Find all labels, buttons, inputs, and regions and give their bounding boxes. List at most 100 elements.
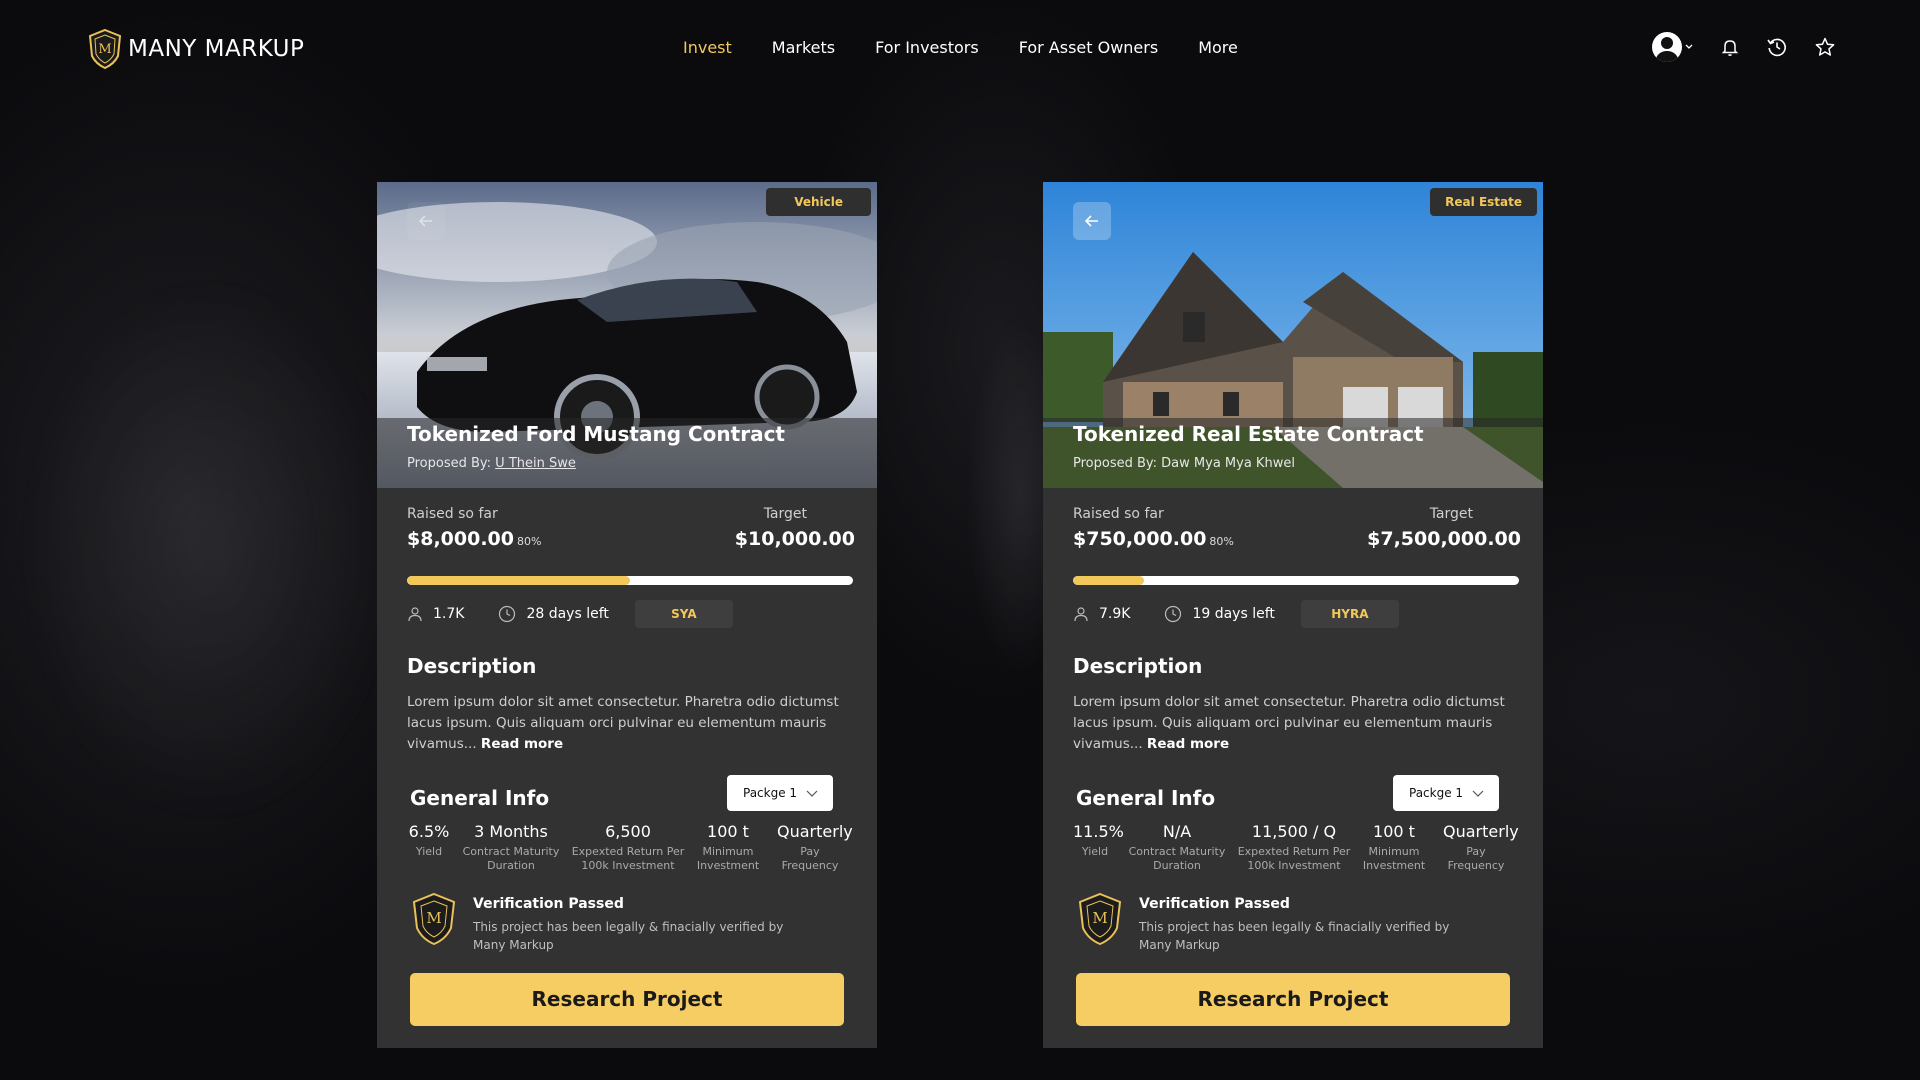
read-more-link[interactable]: Read more <box>1147 736 1229 752</box>
menu-item-invest[interactable]: Invest <box>683 38 732 57</box>
raised-value: $8,000.00 <box>407 528 514 550</box>
days-left: 19 days left <box>1164 605 1275 623</box>
read-more-link[interactable]: Read more <box>481 736 563 752</box>
menu-item-for-investors[interactable]: For Investors <box>875 38 979 57</box>
stat-label: Minimum Investment <box>696 845 760 872</box>
project-title: Tokenized Ford Mustang Contract <box>407 422 785 446</box>
user-icon <box>408 607 422 622</box>
menu-item-for-asset-owners[interactable]: For Asset Owners <box>1019 38 1158 57</box>
back-arrow-icon <box>1084 215 1098 227</box>
days-left: 28 days left <box>498 605 609 623</box>
clock-icon <box>1165 605 1182 623</box>
description-heading: Description <box>407 654 537 678</box>
progress-fill <box>407 576 630 585</box>
stat-value: Quarterly <box>777 822 853 841</box>
stat-value: N/A <box>1162 822 1192 841</box>
target-label: Target <box>763 506 807 522</box>
stat-maturity: 3 Months Contract Maturity Duration <box>459 822 563 873</box>
stat-label: Contract Maturity Duration <box>462 845 560 872</box>
bell-icon[interactable] <box>1720 37 1740 57</box>
description-heading: Description <box>1073 654 1203 678</box>
days-left-value: 19 days left <box>1192 606 1275 622</box>
stat-value: 100 t <box>707 822 749 841</box>
stat-pay-frequency: Quarterly Pay Frequency <box>1443 822 1519 873</box>
research-project-button[interactable]: Research Project <box>410 973 844 1026</box>
menu-item-more[interactable]: More <box>1198 38 1238 57</box>
stat-value: 6,500 <box>605 822 651 841</box>
target-amount: $7,500,000.00 <box>1367 528 1521 550</box>
investors-count: 1.7K <box>407 606 464 622</box>
brand-logo[interactable]: M MANY MARKUP <box>88 28 304 70</box>
investors-value: 7.9K <box>1099 606 1131 622</box>
chevron-down-icon <box>1685 44 1693 49</box>
svg-text:M: M <box>98 42 111 57</box>
project-meta: 1.7K 28 days left SYA <box>407 600 733 628</box>
verification-block: M Verification Passed This project has b… <box>411 892 793 954</box>
proposer-link[interactable]: Daw Mya Mya Khwel <box>1161 456 1295 471</box>
raised-percent: 80% <box>516 535 542 548</box>
stat-expected-return: 6,500 Expexted Return Per 100k Investment <box>571 822 685 873</box>
account-menu[interactable] <box>1652 32 1694 62</box>
stat-value: 100 t <box>1373 822 1415 841</box>
project-title: Tokenized Real Estate Contract <box>1073 422 1424 446</box>
description-body: Lorem ipsum dolor sit amet consectetur. … <box>407 694 839 752</box>
stat-yield: 6.5% Yield <box>407 822 451 859</box>
stat-label: Expexted Return Per 100k Investment <box>1237 845 1351 872</box>
package-select[interactable]: Packge 1 <box>727 775 833 811</box>
project-card: Real Estate Tokenized Real Estate Contra… <box>1043 182 1543 1048</box>
stat-pay-frequency: Quarterly Pay Frequency <box>777 822 853 873</box>
back-button[interactable] <box>407 202 445 240</box>
progress-bar <box>407 576 853 585</box>
category-badge: Real Estate <box>1430 188 1537 216</box>
research-project-button[interactable]: Research Project <box>1076 973 1510 1026</box>
target-amount: $10,000.00 <box>734 528 855 550</box>
investors-value: 1.7K <box>433 606 465 622</box>
stat-minimum-investment: 100 t Minimum Investment <box>695 822 761 873</box>
chevron-down-icon <box>806 790 818 797</box>
stat-label: Pay Frequency <box>781 845 839 872</box>
raised-amount: $8,000.00 80% <box>407 528 541 550</box>
general-info-heading: General Info <box>1076 786 1216 810</box>
verification-block: M Verification Passed This project has b… <box>1077 892 1459 954</box>
verified-shield-icon: M <box>412 892 456 946</box>
proposed-by: Proposed By: Daw Mya Mya Khwel <box>1073 456 1295 471</box>
stat-label: Expexted Return Per 100k Investment <box>571 845 685 872</box>
menu-item-markets[interactable]: Markets <box>772 38 835 57</box>
project-card: Vehicle Tokenized Ford Mustang Contract … <box>377 182 877 1048</box>
stat-label: Yield <box>1081 845 1109 858</box>
stat-value: 11.5% <box>1073 822 1124 841</box>
svg-text:M: M <box>1092 909 1107 927</box>
star-icon[interactable] <box>1814 36 1836 58</box>
ticker-badge: HYRA <box>1300 600 1399 628</box>
stat-label: Contract Maturity Duration <box>1128 845 1226 872</box>
stat-label: Pay Frequency <box>1447 845 1505 872</box>
package-select[interactable]: Packge 1 <box>1393 775 1499 811</box>
shield-logo-icon: M <box>88 28 122 70</box>
chevron-down-icon <box>1472 790 1484 797</box>
hero-image: Vehicle Tokenized Ford Mustang Contract … <box>377 182 877 488</box>
proposed-by-label: Proposed By: <box>1073 456 1158 471</box>
brand-name: MANY MARKUP <box>128 36 305 62</box>
progress-bar <box>1073 576 1519 585</box>
category-badge: Vehicle <box>766 188 871 216</box>
history-icon[interactable] <box>1766 36 1788 58</box>
proposed-by-label: Proposed By: <box>407 456 492 471</box>
raised-label: Raised so far <box>1073 506 1164 522</box>
user-icon <box>1074 607 1088 622</box>
raised-value: $750,000.00 <box>1073 528 1207 550</box>
main-menu: Invest Markets For Investors For Asset O… <box>683 38 1238 57</box>
stat-value: 3 Months <box>474 822 548 841</box>
proposed-by: Proposed By: U Thein Swe <box>407 456 576 471</box>
verification-title: Verification Passed <box>473 896 624 912</box>
general-info-stats: 6.5% Yield 3 Months Contract Maturity Dura… <box>407 822 863 882</box>
stat-yield: 11.5% Yield <box>1073 822 1124 859</box>
proposer-link[interactable]: U Thein Swe <box>495 456 576 471</box>
clock-icon <box>499 605 516 623</box>
raised-label: Raised so far <box>407 506 498 522</box>
investors-count: 7.9K <box>1073 606 1130 622</box>
stat-maturity: N/A Contract Maturity Duration <box>1125 822 1229 873</box>
ticker-badge: SYA <box>634 600 733 628</box>
general-info-stats: 11.5% Yield N/A Contract Maturity Duration… <box>1073 822 1529 882</box>
back-button[interactable] <box>1073 202 1111 240</box>
stat-value: 6.5% <box>408 822 450 841</box>
